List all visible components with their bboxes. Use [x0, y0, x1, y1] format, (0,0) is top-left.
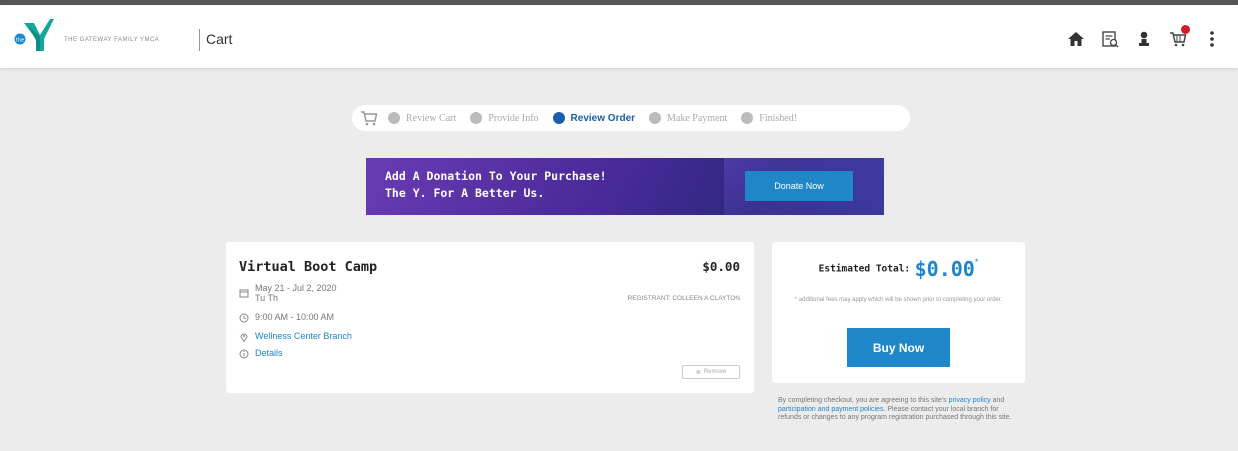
estimated-total: Estimated Total: $0.00*	[772, 257, 1025, 281]
remove-label: Remove	[703, 369, 727, 375]
terms-and: and	[992, 397, 1005, 404]
step-make-payment: Make Payment	[649, 112, 727, 124]
clock-icon	[239, 313, 249, 323]
item-dates: May 21 - Jul 2, 2020	[255, 283, 337, 293]
terms-text-1: By completing checkout, you are agreeing…	[778, 397, 947, 404]
page-title: Cart	[206, 31, 233, 47]
remove-icon: ⊗	[695, 369, 701, 376]
step-label: Make Payment	[667, 112, 728, 124]
item-days: Tu Th	[255, 293, 279, 303]
cart-badge	[1181, 25, 1190, 34]
step-label: Review Cart	[406, 112, 457, 124]
step-dot	[388, 112, 400, 124]
header-divider	[199, 29, 200, 51]
order-summary-card: Estimated Total: $0.00* * additional fee…	[772, 242, 1025, 383]
step-label: Finished!	[759, 112, 798, 124]
checkout-terms: By completing checkout, you are agreeing…	[778, 397, 1023, 423]
donate-now-button[interactable]: Donate Now	[745, 171, 853, 201]
step-provide-info: Provide Info	[470, 112, 539, 124]
item-details-row: Details	[239, 348, 283, 359]
more-icon[interactable]	[1202, 29, 1222, 49]
step-dot	[470, 112, 483, 124]
banner-line2: The Y. For A Better Us.	[385, 186, 545, 200]
account-icon[interactable]	[1134, 29, 1154, 49]
item-dates-row: May 21 - Jul 2, 2020 Tu Th	[239, 283, 337, 303]
step-dot-active	[552, 112, 565, 124]
step-dot	[649, 112, 662, 124]
estimated-total-asterisk: *	[974, 257, 979, 267]
item-details-link[interactable]: Details	[255, 348, 283, 358]
ymca-logo[interactable]: the	[10, 17, 54, 53]
item-title: Virtual Boot Camp	[239, 259, 378, 275]
header-icon-bar	[1066, 25, 1222, 49]
step-review-order: Review Order	[552, 112, 636, 124]
cart-icon[interactable]	[1168, 25, 1190, 49]
step-label: Review Order	[570, 112, 636, 124]
steps-cart-icon	[361, 111, 378, 126]
buy-now-button[interactable]: Buy Now	[847, 328, 950, 367]
donation-banner: Add A Donation To Your Purchase! The Y. …	[366, 158, 884, 215]
calendar-icon	[239, 289, 249, 298]
payment-policies-link[interactable]: participation and payment policies	[778, 406, 883, 413]
site-header: the THE GATEWAY FAMILY YMCA Cart	[0, 5, 1238, 68]
estimated-total-value: $0.00	[914, 257, 975, 281]
step-label: Provide Info	[488, 112, 539, 124]
step-review-cart: Review Cart	[388, 112, 456, 124]
item-location-link[interactable]: Wellness Center Branch	[255, 331, 352, 341]
privacy-policy-link[interactable]: privacy policy	[949, 397, 991, 404]
item-registrant: REGISTRANT: Colleen A Clayton	[627, 295, 740, 302]
item-price: $0.00	[702, 259, 740, 274]
org-name: THE GATEWAY FAMILY YMCA	[64, 37, 160, 43]
banner-text: Add A Donation To Your Purchase! The Y. …	[385, 168, 607, 202]
checkout-steps: Review Cart Provide Info Review Order Ma…	[352, 105, 910, 131]
item-time-row: 9:00 AM - 10:00 AM	[239, 312, 334, 323]
remove-button[interactable]: ⊗ Remove	[682, 365, 740, 379]
location-pin-icon	[240, 333, 248, 342]
home-icon[interactable]	[1066, 29, 1086, 49]
banner-line1: Add A Donation To Your Purchase!	[385, 169, 607, 183]
info-icon	[239, 349, 249, 359]
cart-item-card: Virtual Boot Camp $0.00 May 21 - Jul 2, …	[226, 242, 754, 393]
step-dot	[741, 112, 754, 124]
step-finished: Finished!	[741, 112, 797, 124]
item-time: 9:00 AM - 10:00 AM	[255, 312, 335, 322]
fees-note: * additional fees may apply which will b…	[794, 297, 1003, 303]
item-location-row: Wellness Center Branch	[239, 331, 352, 342]
schedule-icon[interactable]	[1100, 29, 1120, 49]
logo-the-text: the	[16, 38, 24, 44]
estimated-total-label: Estimated Total:	[818, 263, 911, 275]
